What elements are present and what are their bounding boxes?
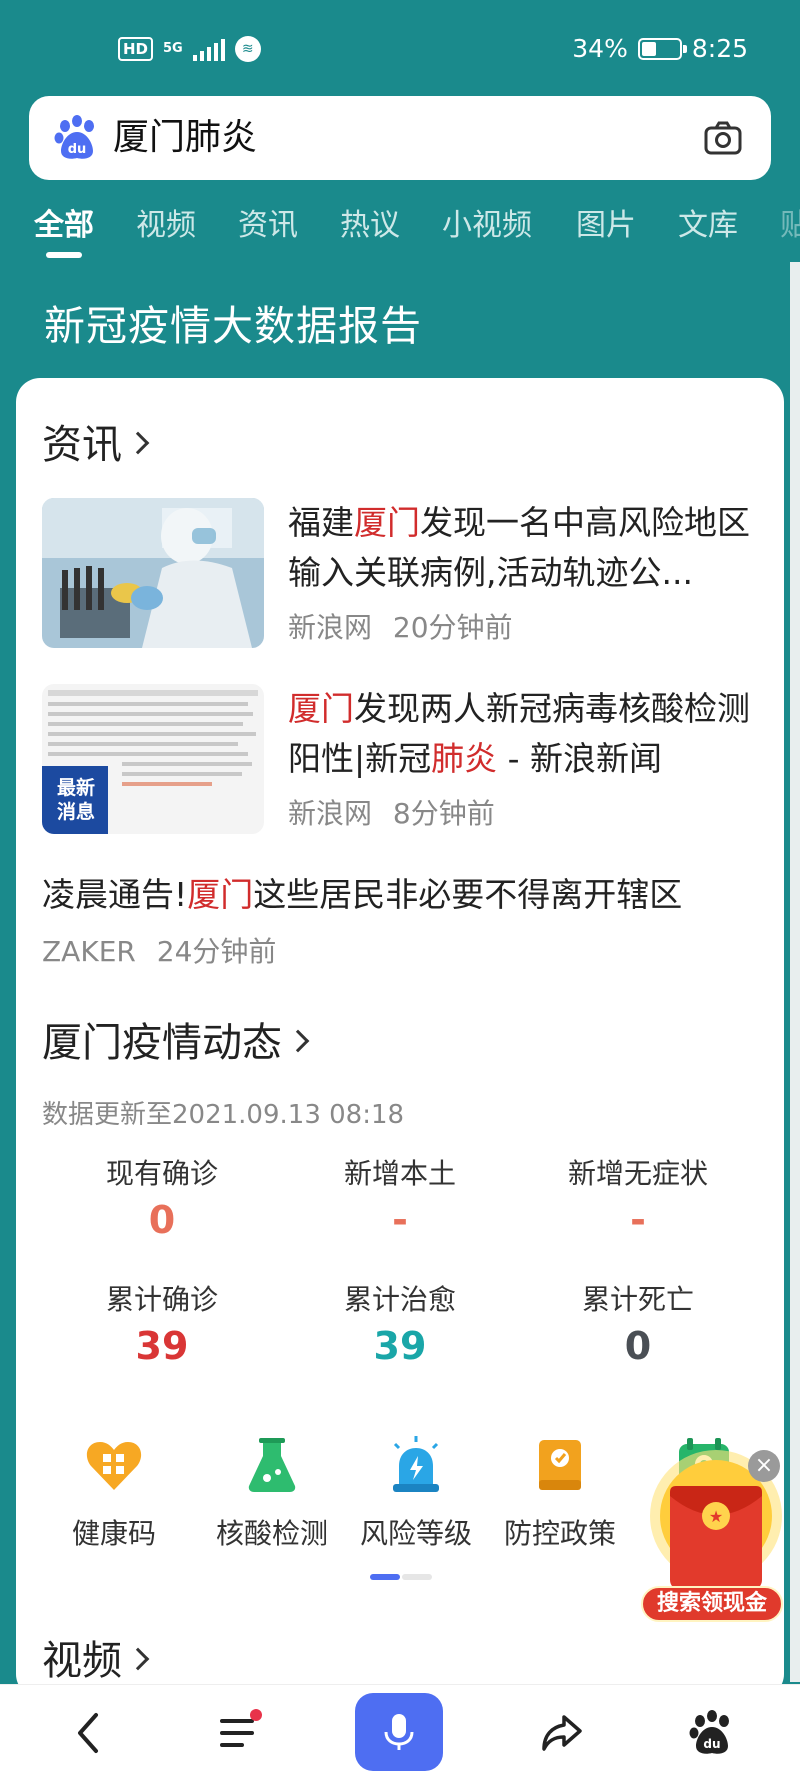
service-risk-level[interactable]: 风险等级 — [344, 1434, 488, 1552]
news-source: 新浪网 — [288, 611, 373, 644]
baidu-paw-icon: du — [54, 115, 94, 159]
news-meta: 新浪网 20分钟前 — [288, 606, 513, 646]
chevron-right-icon — [126, 431, 150, 455]
clock: 8:25 — [691, 34, 748, 63]
news-thumbnail-screenshot: 最新 消息 — [42, 684, 264, 834]
pager-dot — [402, 1574, 432, 1580]
signal-icon — [192, 37, 225, 61]
tab-tieba[interactable]: 贴 — [780, 200, 800, 244]
sound-wave-icon: ≋ — [234, 36, 261, 62]
news-title[interactable]: 厦门发现两人新冠病毒核酸检测阳性|新冠肺炎 - 新浪新闻 — [288, 684, 764, 784]
news-time: 8分钟前 — [392, 797, 495, 830]
news-title[interactable]: 凌晨通告!厦门这些居民非必要不得离开辖区 — [42, 868, 682, 916]
video-section-title: 视频 — [42, 1638, 122, 1684]
stat-value: - — [392, 1198, 408, 1242]
mic-icon — [384, 1714, 414, 1750]
stat-total-recovered: 累计治愈 39 — [280, 1278, 520, 1368]
keyword-highlight: 肺炎 — [431, 739, 498, 778]
tab-all[interactable]: 全部 — [34, 200, 94, 244]
stat-value: 39 — [135, 1324, 189, 1368]
policy-book-icon — [539, 1440, 581, 1490]
stat-current-confirmed: 现有确诊 0 — [42, 1152, 282, 1242]
tab-short-video[interactable]: 小视频 — [442, 200, 532, 244]
bottom-nav: du — [0, 1684, 800, 1778]
news-title[interactable]: 福建厦门发现一名中高风险地区输入关联病例,活动轨迹公... — [288, 498, 764, 598]
epidemic-section-title: 厦门疫情动态 — [42, 1020, 282, 1066]
chevron-right-icon — [286, 1029, 310, 1053]
covid-report-banner[interactable]: 新冠疫情大数据报告 — [44, 292, 422, 352]
stat-value: 0 — [624, 1324, 652, 1368]
search-input[interactable]: 厦门肺炎 — [113, 114, 257, 162]
tab-video[interactable]: 视频 — [136, 200, 196, 244]
status-left: HD 5G ≋ — [118, 36, 261, 62]
hd-badge: HD — [118, 37, 154, 61]
news-time: 20分钟前 — [392, 611, 513, 644]
status-bar: HD 5G ≋ 34% 8:25 — [0, 0, 800, 92]
stat-total-deaths: 累计死亡 0 — [518, 1278, 758, 1368]
status-right: 34% 8:25 — [572, 34, 748, 63]
news-item[interactable]: 最新 消息 厦门发现两人新冠病毒核酸检测阳性|新冠肺炎 - 新浪新闻 新浪网 8… — [42, 684, 762, 834]
keyword-highlight: 厦门 — [187, 875, 254, 914]
active-tab-indicator — [46, 252, 82, 258]
video-section-header[interactable]: 视频 — [42, 1628, 150, 1686]
keyword-highlight: 厦门 — [288, 689, 354, 728]
menu-icon[interactable] — [212, 1705, 268, 1761]
svg-text:du: du — [68, 142, 87, 157]
epidemic-section-header[interactable]: 厦门疫情动态 — [42, 1010, 310, 1068]
news-source: 新浪网 — [288, 797, 373, 830]
search-tabs: 全部 视频 资讯 热议 小视频 图片 文库 贴 — [0, 192, 800, 262]
news-thumbnail-lab — [42, 498, 264, 648]
close-icon[interactable]: × — [748, 1450, 780, 1482]
pager-active-dot — [370, 1574, 400, 1580]
red-packet-label[interactable]: 搜索领现金 — [641, 1586, 783, 1622]
stat-value: 39 — [373, 1324, 427, 1368]
thumbnail-badge: 最新 消息 — [56, 777, 95, 823]
update-time: 数据更新至2021.09.13 08:18 — [42, 1100, 405, 1130]
stat-total-confirmed: 累计确诊 39 — [42, 1278, 282, 1368]
news-item[interactable]: 福建厦门发现一名中高风险地区输入关联病例,活动轨迹公... 新浪网 20分钟前 — [42, 498, 762, 648]
baidu-icon[interactable]: du — [684, 1705, 740, 1761]
service-policy[interactable]: 防控政策 — [488, 1434, 632, 1552]
news-time: 24分钟前 — [156, 935, 277, 968]
news-meta: ZAKER 24分钟前 — [42, 930, 276, 970]
svg-text:du: du — [703, 1737, 720, 1751]
battery-percent: 34% — [572, 34, 628, 63]
stat-value: 0 — [148, 1198, 176, 1242]
network-type: 5G — [163, 41, 183, 56]
notification-dot — [250, 1709, 262, 1721]
service-pager — [370, 1574, 432, 1580]
tab-library[interactable]: 文库 — [678, 200, 738, 244]
service-health-code[interactable]: 健康码 — [42, 1434, 186, 1552]
chevron-right-icon — [126, 1647, 150, 1671]
tab-news[interactable]: 资讯 — [238, 200, 298, 244]
stat-value: - — [630, 1198, 646, 1242]
search-box[interactable]: du 厦门肺炎 — [29, 96, 771, 180]
voice-search-button[interactable] — [355, 1693, 443, 1771]
service-nucleic-test[interactable]: 核酸检测 — [200, 1434, 344, 1552]
news-source: ZAKER — [42, 935, 136, 968]
tab-images[interactable]: 图片 — [576, 200, 636, 244]
stat-new-asymptomatic: 新增无症状 - — [518, 1152, 758, 1242]
tab-discussion[interactable]: 热议 — [340, 200, 400, 244]
share-icon[interactable] — [534, 1705, 590, 1761]
keyword-highlight: 厦门 — [354, 503, 420, 542]
nucleic-test-flask-icon — [248, 1438, 296, 1492]
battery-icon — [637, 37, 687, 60]
back-icon[interactable] — [62, 1705, 118, 1761]
news-section-title: 资讯 — [42, 422, 122, 468]
health-code-icon — [86, 1442, 142, 1490]
stat-new-local: 新增本土 - — [280, 1152, 520, 1242]
svg-text:★: ★ — [709, 1507, 723, 1526]
risk-alarm-icon — [393, 1436, 439, 1492]
camera-icon[interactable] — [703, 118, 743, 158]
news-meta: 新浪网 8分钟前 — [288, 792, 495, 832]
news-section-header[interactable]: 资讯 — [42, 412, 150, 470]
